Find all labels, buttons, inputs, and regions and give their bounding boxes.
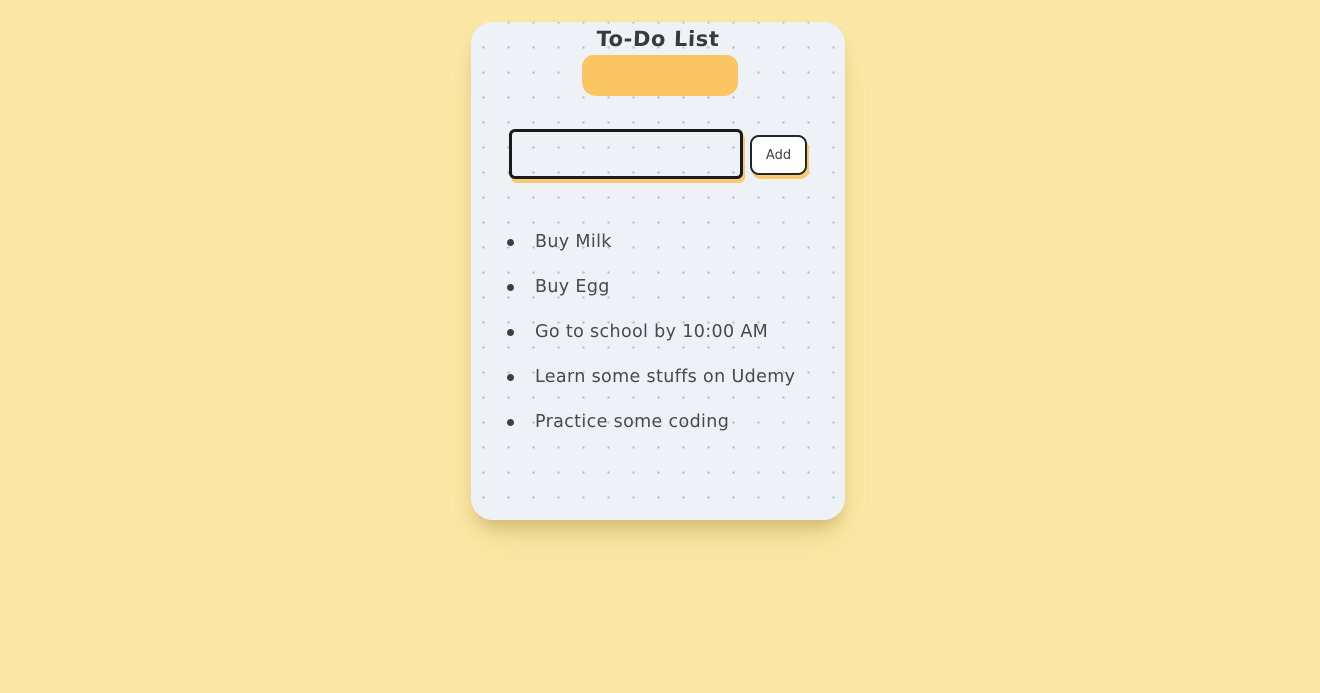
list-item[interactable]: Buy Egg [502, 265, 827, 310]
add-button[interactable]: Add [750, 135, 807, 175]
title-badge [583, 55, 737, 94]
list-item[interactable]: Practice some coding [502, 400, 827, 445]
bullet-icon [507, 419, 514, 426]
list-item[interactable]: Buy Milk [502, 220, 827, 265]
add-task-form: Add [509, 127, 809, 183]
list-item-label: Learn some stuffs on Udemy [535, 367, 796, 387]
list-item-label: Buy Egg [535, 277, 610, 297]
list-item-label: Practice some coding [535, 412, 730, 432]
bullet-icon [507, 329, 514, 336]
list-item-label: Go to school by 10:00 AM [535, 322, 769, 342]
task-input[interactable] [509, 129, 743, 179]
list-item[interactable]: Go to school by 10:00 AM [502, 310, 827, 355]
task-list: Buy Milk Buy Egg Go to school by 10:00 AM L… [502, 220, 827, 445]
list-item[interactable]: Learn some stuffs on Udemy [502, 355, 827, 400]
bullet-icon [507, 374, 514, 381]
list-item-label: Buy Milk [535, 232, 612, 252]
page-title: To-Do List [596, 27, 720, 51]
bullet-icon [507, 239, 514, 246]
todo-card: To-Do List Add Buy Milk Buy Egg Go to scho… [471, 22, 845, 520]
card-inner: To-Do List Add Buy Milk Buy Egg Go to scho… [471, 22, 845, 520]
bullet-icon [507, 284, 514, 291]
